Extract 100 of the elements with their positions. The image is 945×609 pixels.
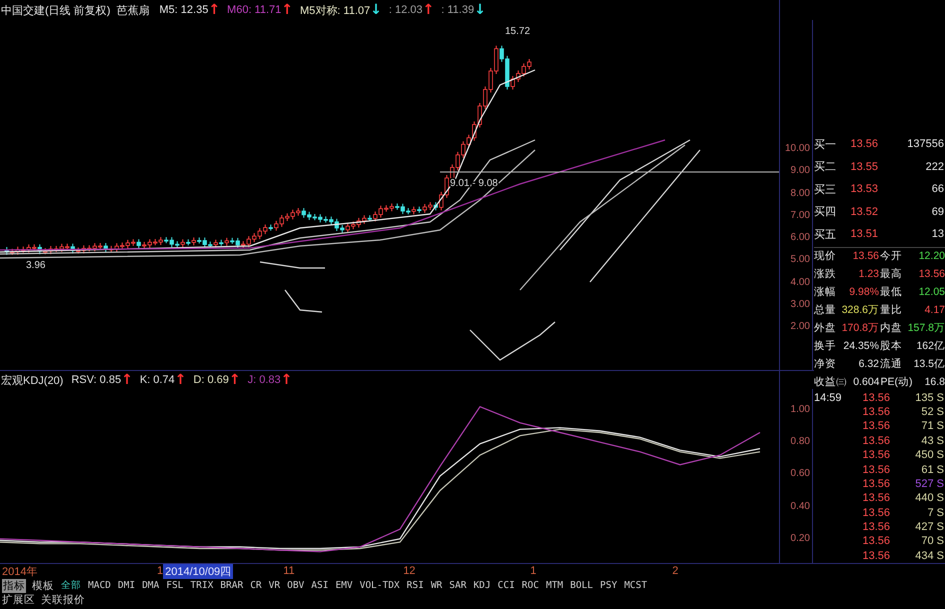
- indicator-reading: M5对称: 11.07: [300, 4, 370, 18]
- axis-label: 1.00: [790, 404, 810, 416]
- stat-label: 今开: [880, 249, 902, 264]
- bid-volume: 137556: [906, 138, 945, 150]
- stock-title: 中国交建(日线 前复权): [1, 4, 110, 18]
- bid-label: 买四: [814, 205, 837, 220]
- moving-average-line: [284, 290, 322, 313]
- tick-volume: 135 S: [914, 392, 945, 404]
- stat-value: 24.35%: [842, 340, 879, 352]
- indicator-name: 芭蕉扇: [116, 4, 150, 18]
- indicator-tab[interactable]: MTM: [544, 580, 564, 591]
- indicator-reading: K: 0.74: [140, 374, 175, 386]
- trend-arrow: ↑: [121, 373, 133, 387]
- stat-label: 外盘: [814, 320, 836, 335]
- stat-value: 13.5亿: [912, 356, 945, 371]
- bid-volume: 69: [930, 206, 945, 218]
- stat-value: 6.32: [858, 358, 879, 370]
- axis-label: 0.40: [790, 500, 810, 513]
- indicator-reading: J: 0.83: [248, 374, 281, 386]
- stat-value: 328.6万: [840, 303, 879, 318]
- bid-label: 买一: [814, 138, 837, 152]
- indicator-tab[interactable]: EMV: [334, 580, 354, 591]
- tick-price: 13.56: [861, 521, 890, 534]
- indicator-tab[interactable]: WR: [430, 580, 444, 591]
- indicator-tab[interactable]: ASI: [310, 580, 330, 591]
- axis-label: 3.00: [790, 299, 811, 312]
- stat-value: 13.56: [852, 250, 879, 262]
- stat-value: 16.8: [924, 376, 945, 388]
- stat-label: 股本: [880, 338, 902, 353]
- indicator-tab[interactable]: MACD: [87, 580, 112, 591]
- bottom-tab[interactable]: 扩展区: [2, 593, 35, 607]
- indicator-tab[interactable]: MCST: [623, 580, 648, 591]
- indicator-tab[interactable]: FSL: [165, 580, 184, 591]
- tick-price: 13.56: [861, 434, 890, 447]
- indicator-tab[interactable]: VR: [268, 580, 282, 591]
- indicator-reading: : 11.39: [441, 4, 474, 16]
- stat-value: 13.56: [918, 268, 945, 280]
- indicator-tab[interactable]: KDJ: [472, 580, 492, 591]
- indicator-reading: M5: 12.35: [159, 4, 208, 16]
- bid-volume: 13: [930, 228, 945, 240]
- tick-price: 13.56: [861, 449, 890, 462]
- axis-label: 5.00: [790, 254, 811, 268]
- indicator-tab[interactable]: CCI: [496, 580, 516, 591]
- bottom-tab[interactable]: 关联报价: [41, 593, 85, 607]
- indicator-tab[interactable]: TRIX: [189, 580, 214, 591]
- indicator-tab[interactable]: OBV: [286, 580, 306, 591]
- stat-label: 量比: [880, 303, 902, 318]
- axis-label: 7.00: [790, 210, 811, 223]
- bid-volume: 66: [930, 183, 945, 196]
- axis-label: 6.00: [790, 232, 811, 246]
- bid-label: 买五: [814, 228, 837, 242]
- stat-value: 162亿: [915, 338, 945, 353]
- stat-value: 12.20: [918, 250, 945, 262]
- trend-arrow: ↑: [208, 3, 220, 17]
- indicator-tab[interactable]: PSY: [599, 580, 618, 591]
- stat-label: 换手: [814, 338, 836, 353]
- axis-label: 8.00: [790, 188, 811, 201]
- panel-tab[interactable]: 模板: [31, 578, 55, 592]
- tick-volume: 427 S: [914, 521, 945, 534]
- stat-label: 收益㈢: [814, 374, 847, 389]
- stat-label: 最低: [880, 285, 902, 300]
- stat-label: 最高: [880, 267, 902, 282]
- indicator-reading: RSV: 0.85: [71, 374, 122, 386]
- stat-label: 总量: [814, 303, 836, 318]
- tick-price: 13.56: [861, 492, 890, 504]
- tick-price: 13.56: [861, 535, 890, 548]
- indicator-tab[interactable]: VOL-TDX: [358, 580, 401, 591]
- time-label: 2014年: [2, 564, 38, 578]
- stat-value: 0.604: [852, 376, 880, 388]
- stat-value: 157.8万: [906, 320, 945, 335]
- bid-price: 13.51: [849, 228, 878, 240]
- indicator-tab[interactable]: DMI: [116, 580, 136, 591]
- bid-price: 13.55: [849, 160, 878, 173]
- panel-tab[interactable]: 指标: [2, 578, 26, 592]
- tick-price: 13.56: [861, 464, 890, 476]
- stat-label: 涨幅: [814, 285, 836, 300]
- bid-label: 买三: [814, 182, 837, 197]
- tick-price: 13.56: [861, 478, 890, 490]
- cursor-date: 2014/10/09四: [163, 564, 234, 578]
- axis-label: 9.00: [790, 165, 811, 178]
- indicator-tab[interactable]: BRAR: [219, 580, 244, 591]
- indicator-tab[interactable]: RSI: [406, 580, 425, 591]
- trend-arrow: ↑: [281, 3, 294, 17]
- tick-volume: 434 S: [914, 550, 945, 562]
- indicator-tab[interactable]: SAR: [448, 580, 468, 591]
- stat-label: 净资: [814, 356, 836, 371]
- time-label: 1: [157, 565, 164, 577]
- indicator-tab[interactable]: BOLL: [569, 580, 594, 591]
- tick-volume: 71 S: [920, 420, 945, 432]
- bid-price: 13.52: [849, 206, 878, 218]
- tick-volume: 527 S: [914, 478, 945, 490]
- indicator-tab[interactable]: CR: [249, 580, 263, 591]
- tick-price: 13.56: [861, 406, 890, 418]
- indicator-tab[interactable]: ROC: [520, 580, 540, 591]
- bid-price: 13.56: [849, 138, 878, 150]
- tick-price: 13.56: [861, 420, 890, 432]
- trend-arrow: ↓: [370, 3, 382, 17]
- indicator-tab[interactable]: 全部: [60, 579, 82, 592]
- indicator-tab[interactable]: DMA: [141, 580, 160, 591]
- tick-price: 13.56: [861, 506, 890, 519]
